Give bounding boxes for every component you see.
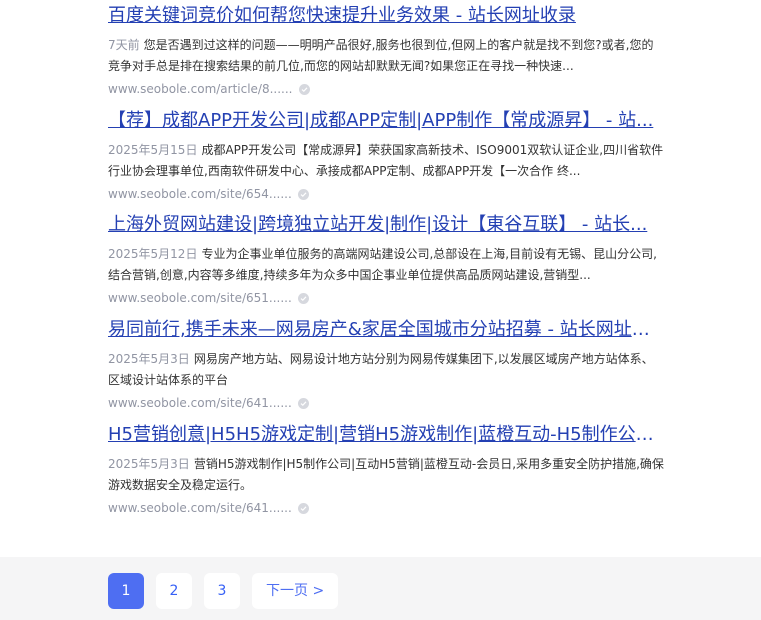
verified-check-icon	[297, 188, 309, 200]
page-1-button[interactable]: 1	[108, 573, 144, 609]
result-abstract: 2025年5月3日 网易房产地方站、网易设计地方站分别为网易传媒集团下,以发展区域…	[108, 349, 664, 391]
result-title-link[interactable]: 上海外贸网站建设|跨境独立站开发|制作|设计【東谷互联】 - 站长...	[108, 213, 664, 237]
result-source: www.seobole.com/site/651......	[108, 287, 668, 309]
result-time: 2025年5月15日	[108, 143, 198, 157]
result-item: 【荐】成都APP开发公司|成都APP定制|APP制作【常成源昇】 - 站... …	[108, 109, 668, 205]
next-page-button[interactable]: 下一页 >	[252, 573, 339, 609]
page-2-button[interactable]: 2	[156, 573, 192, 609]
result-item: 百度关键词竞价如何帮您快速提升业务效果 - 站长网址收录 7天前 您是否遇到过这样…	[108, 4, 668, 100]
result-abstract: 7天前 您是否遇到过这样的问题——明明产品很好,服务也很到位,但网上的客户就是找不…	[108, 35, 664, 77]
verified-check-icon	[297, 502, 309, 514]
result-abstract: 2025年5月12日 专业为企事业单位服务的高端网站建设公司,总部设在上海,目前设…	[108, 244, 664, 286]
result-title-link[interactable]: 易同前行,携手未来—网易房产&家居全国城市分站招募 - 站长网址收录	[108, 318, 664, 342]
result-item: 易同前行,携手未来—网易房产&家居全国城市分站招募 - 站长网址收录 2025年…	[108, 318, 668, 414]
result-url[interactable]: www.seobole.com/site/641......	[108, 497, 292, 519]
result-title-link[interactable]: 【荐】成都APP开发公司|成都APP定制|APP制作【常成源昇】 - 站...	[108, 109, 664, 133]
result-source: www.seobole.com/site/654......	[108, 183, 668, 205]
result-title-link[interactable]: H5营销创意|H5H5游戏定制|营销H5游戏制作|蓝橙互动-H5制作公司...	[108, 423, 664, 447]
page-3-button[interactable]: 3	[204, 573, 240, 609]
result-item: H5营销创意|H5H5游戏定制|营销H5游戏制作|蓝橙互动-H5制作公司... …	[108, 423, 668, 519]
verified-check-icon	[297, 397, 309, 409]
verified-check-icon	[298, 83, 310, 95]
result-source: www.seobole.com/site/641......	[108, 392, 668, 414]
result-item: 上海外贸网站建设|跨境独立站开发|制作|设计【東谷互联】 - 站长... 202…	[108, 213, 668, 309]
result-abstract: 2025年5月15日 成都APP开发公司【常成源昇】荣获国家高新技术、ISO900…	[108, 140, 664, 182]
result-source: www.seobole.com/article/8......	[108, 78, 668, 100]
result-abstract-text: 您是否遇到过这样的问题——明明产品很好,服务也很到位,但网上的客户就是找不到您?…	[108, 38, 654, 73]
verified-check-icon	[297, 292, 309, 304]
result-time: 2025年5月3日	[108, 457, 190, 471]
pagination: 1 2 3 下一页 >	[108, 573, 339, 609]
result-title-link[interactable]: 百度关键词竞价如何帮您快速提升业务效果 - 站长网址收录	[108, 4, 664, 28]
result-url[interactable]: www.seobole.com/site/651......	[108, 287, 292, 309]
pagination-bar: 1 2 3 下一页 >	[0, 557, 761, 620]
result-time: 2025年5月12日	[108, 247, 198, 261]
result-abstract-text: 营销H5游戏制作|H5制作公司|互动H5营销|蓝橙互动-会员日,采用多重安全防护…	[108, 457, 664, 492]
result-url[interactable]: www.seobole.com/site/654......	[108, 183, 292, 205]
result-abstract: 2025年5月3日 营销H5游戏制作|H5制作公司|互动H5营销|蓝橙互动-会员日…	[108, 454, 664, 496]
result-url[interactable]: www.seobole.com/article/8......	[108, 78, 293, 100]
result-time: 7天前	[108, 38, 140, 52]
result-time: 2025年5月3日	[108, 352, 190, 366]
result-source: www.seobole.com/site/641......	[108, 497, 668, 519]
result-url[interactable]: www.seobole.com/site/641......	[108, 392, 292, 414]
